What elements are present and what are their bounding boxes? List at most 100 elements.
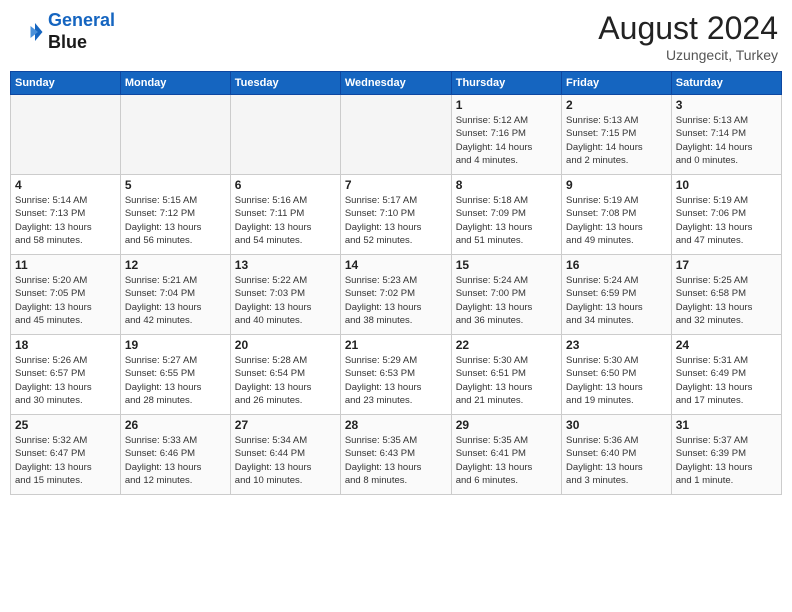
day-info: Sunrise: 5:25 AMSunset: 6:58 PMDaylight:…	[676, 274, 777, 327]
calendar-cell: 19 Sunrise: 5:27 AMSunset: 6:55 PMDayligh…	[120, 335, 230, 415]
day-info: Sunrise: 5:27 AMSunset: 6:55 PMDaylight:…	[125, 354, 226, 407]
day-number: 13	[235, 258, 336, 272]
day-info: Sunrise: 5:19 AMSunset: 7:08 PMDaylight:…	[566, 194, 667, 247]
day-number: 6	[235, 178, 336, 192]
day-info: Sunrise: 5:20 AMSunset: 7:05 PMDaylight:…	[15, 274, 116, 327]
day-info: Sunrise: 5:14 AMSunset: 7:13 PMDaylight:…	[15, 194, 116, 247]
page-header: General Blue August 2024 Uzungecit, Turk…	[10, 10, 782, 63]
calendar-week-row: 4 Sunrise: 5:14 AMSunset: 7:13 PMDaylight…	[11, 175, 782, 255]
logo-text: General Blue	[48, 10, 115, 53]
day-number: 3	[676, 98, 777, 112]
calendar-week-row: 25 Sunrise: 5:32 AMSunset: 6:47 PMDayligh…	[11, 415, 782, 495]
calendar-cell: 16 Sunrise: 5:24 AMSunset: 6:59 PMDayligh…	[562, 255, 672, 335]
day-info: Sunrise: 5:18 AMSunset: 7:09 PMDaylight:…	[456, 194, 557, 247]
day-info: Sunrise: 5:19 AMSunset: 7:06 PMDaylight:…	[676, 194, 777, 247]
day-number: 15	[456, 258, 557, 272]
day-number: 31	[676, 418, 777, 432]
day-number: 17	[676, 258, 777, 272]
day-number: 26	[125, 418, 226, 432]
logo: General Blue	[14, 10, 115, 53]
calendar-header-row: SundayMondayTuesdayWednesdayThursdayFrid…	[11, 72, 782, 95]
calendar-week-row: 1 Sunrise: 5:12 AMSunset: 7:16 PMDaylight…	[11, 95, 782, 175]
day-info: Sunrise: 5:29 AMSunset: 6:53 PMDaylight:…	[345, 354, 447, 407]
calendar-cell: 23 Sunrise: 5:30 AMSunset: 6:50 PMDayligh…	[562, 335, 672, 415]
day-number: 12	[125, 258, 226, 272]
day-info: Sunrise: 5:36 AMSunset: 6:40 PMDaylight:…	[566, 434, 667, 487]
calendar-day-header: Friday	[562, 72, 672, 95]
day-number: 18	[15, 338, 116, 352]
calendar-cell: 4 Sunrise: 5:14 AMSunset: 7:13 PMDaylight…	[11, 175, 121, 255]
location: Uzungecit, Turkey	[598, 47, 778, 63]
day-number: 4	[15, 178, 116, 192]
day-number: 20	[235, 338, 336, 352]
day-info: Sunrise: 5:22 AMSunset: 7:03 PMDaylight:…	[235, 274, 336, 327]
calendar-cell: 14Sunrise: 5:23 AMSunset: 7:02 PMDayligh…	[340, 255, 451, 335]
day-info: Sunrise: 5:13 AMSunset: 7:15 PMDaylight:…	[566, 114, 667, 167]
calendar-cell: 31Sunrise: 5:37 AMSunset: 6:39 PMDayligh…	[671, 415, 781, 495]
day-number: 25	[15, 418, 116, 432]
calendar-cell: 24 Sunrise: 5:31 AMSunset: 6:49 PMDayligh…	[671, 335, 781, 415]
day-info: Sunrise: 5:31 AMSunset: 6:49 PMDaylight:…	[676, 354, 777, 407]
calendar-cell: 27Sunrise: 5:34 AMSunset: 6:44 PMDayligh…	[230, 415, 340, 495]
calendar-cell: 3Sunrise: 5:13 AMSunset: 7:14 PMDaylight…	[671, 95, 781, 175]
day-info: Sunrise: 5:30 AMSunset: 6:50 PMDaylight:…	[566, 354, 667, 407]
day-info: Sunrise: 5:32 AMSunset: 6:47 PMDaylight:…	[15, 434, 116, 487]
calendar-day-header: Sunday	[11, 72, 121, 95]
day-info: Sunrise: 5:15 AMSunset: 7:12 PMDaylight:…	[125, 194, 226, 247]
calendar-day-header: Thursday	[451, 72, 561, 95]
calendar-cell: 25 Sunrise: 5:32 AMSunset: 6:47 PMDayligh…	[11, 415, 121, 495]
calendar-table: SundayMondayTuesdayWednesdayThursdayFrid…	[10, 71, 782, 495]
day-info: Sunrise: 5:26 AMSunset: 6:57 PMDaylight:…	[15, 354, 116, 407]
calendar-cell: 22Sunrise: 5:30 AMSunset: 6:51 PMDayligh…	[451, 335, 561, 415]
calendar-cell: 5Sunrise: 5:15 AMSunset: 7:12 PMDaylight…	[120, 175, 230, 255]
day-number: 11	[15, 258, 116, 272]
day-number: 10	[676, 178, 777, 192]
calendar-cell: 15Sunrise: 5:24 AMSunset: 7:00 PMDayligh…	[451, 255, 561, 335]
day-number: 1	[456, 98, 557, 112]
day-number: 16	[566, 258, 667, 272]
calendar-cell: 28Sunrise: 5:35 AMSunset: 6:43 PMDayligh…	[340, 415, 451, 495]
calendar-day-header: Monday	[120, 72, 230, 95]
calendar-cell: 18 Sunrise: 5:26 AMSunset: 6:57 PMDayligh…	[11, 335, 121, 415]
calendar-cell: 10 Sunrise: 5:19 AMSunset: 7:06 PMDayligh…	[671, 175, 781, 255]
day-info: Sunrise: 5:17 AMSunset: 7:10 PMDaylight:…	[345, 194, 447, 247]
day-number: 14	[345, 258, 447, 272]
day-number: 29	[456, 418, 557, 432]
calendar-day-header: Saturday	[671, 72, 781, 95]
day-info: Sunrise: 5:28 AMSunset: 6:54 PMDaylight:…	[235, 354, 336, 407]
logo-icon	[14, 17, 44, 47]
calendar-cell: 7Sunrise: 5:17 AMSunset: 7:10 PMDaylight…	[340, 175, 451, 255]
calendar-cell	[120, 95, 230, 175]
calendar-week-row: 11 Sunrise: 5:20 AMSunset: 7:05 PMDayligh…	[11, 255, 782, 335]
month-year: August 2024	[598, 10, 778, 47]
calendar-cell: 20 Sunrise: 5:28 AMSunset: 6:54 PMDayligh…	[230, 335, 340, 415]
day-number: 9	[566, 178, 667, 192]
calendar-cell	[340, 95, 451, 175]
day-info: Sunrise: 5:16 AMSunset: 7:11 PMDaylight:…	[235, 194, 336, 247]
day-number: 2	[566, 98, 667, 112]
calendar-cell: 13 Sunrise: 5:22 AMSunset: 7:03 PMDayligh…	[230, 255, 340, 335]
day-number: 30	[566, 418, 667, 432]
day-number: 21	[345, 338, 447, 352]
day-info: Sunrise: 5:12 AMSunset: 7:16 PMDaylight:…	[456, 114, 557, 167]
day-number: 23	[566, 338, 667, 352]
day-number: 8	[456, 178, 557, 192]
day-number: 19	[125, 338, 226, 352]
day-info: Sunrise: 5:21 AMSunset: 7:04 PMDaylight:…	[125, 274, 226, 327]
day-info: Sunrise: 5:24 AMSunset: 6:59 PMDaylight:…	[566, 274, 667, 327]
calendar-week-row: 18 Sunrise: 5:26 AMSunset: 6:57 PMDayligh…	[11, 335, 782, 415]
calendar-day-header: Tuesday	[230, 72, 340, 95]
day-number: 22	[456, 338, 557, 352]
calendar-cell: 11 Sunrise: 5:20 AMSunset: 7:05 PMDayligh…	[11, 255, 121, 335]
day-info: Sunrise: 5:34 AMSunset: 6:44 PMDaylight:…	[235, 434, 336, 487]
calendar-cell: 29Sunrise: 5:35 AMSunset: 6:41 PMDayligh…	[451, 415, 561, 495]
day-info: Sunrise: 5:33 AMSunset: 6:46 PMDaylight:…	[125, 434, 226, 487]
day-number: 24	[676, 338, 777, 352]
calendar-cell: 17 Sunrise: 5:25 AMSunset: 6:58 PMDayligh…	[671, 255, 781, 335]
calendar-cell: 8 Sunrise: 5:18 AMSunset: 7:09 PMDaylight…	[451, 175, 561, 255]
calendar-cell	[230, 95, 340, 175]
day-number: 28	[345, 418, 447, 432]
calendar-cell: 2 Sunrise: 5:13 AMSunset: 7:15 PMDaylight…	[562, 95, 672, 175]
calendar-cell	[11, 95, 121, 175]
calendar-cell: 6 Sunrise: 5:16 AMSunset: 7:11 PMDaylight…	[230, 175, 340, 255]
